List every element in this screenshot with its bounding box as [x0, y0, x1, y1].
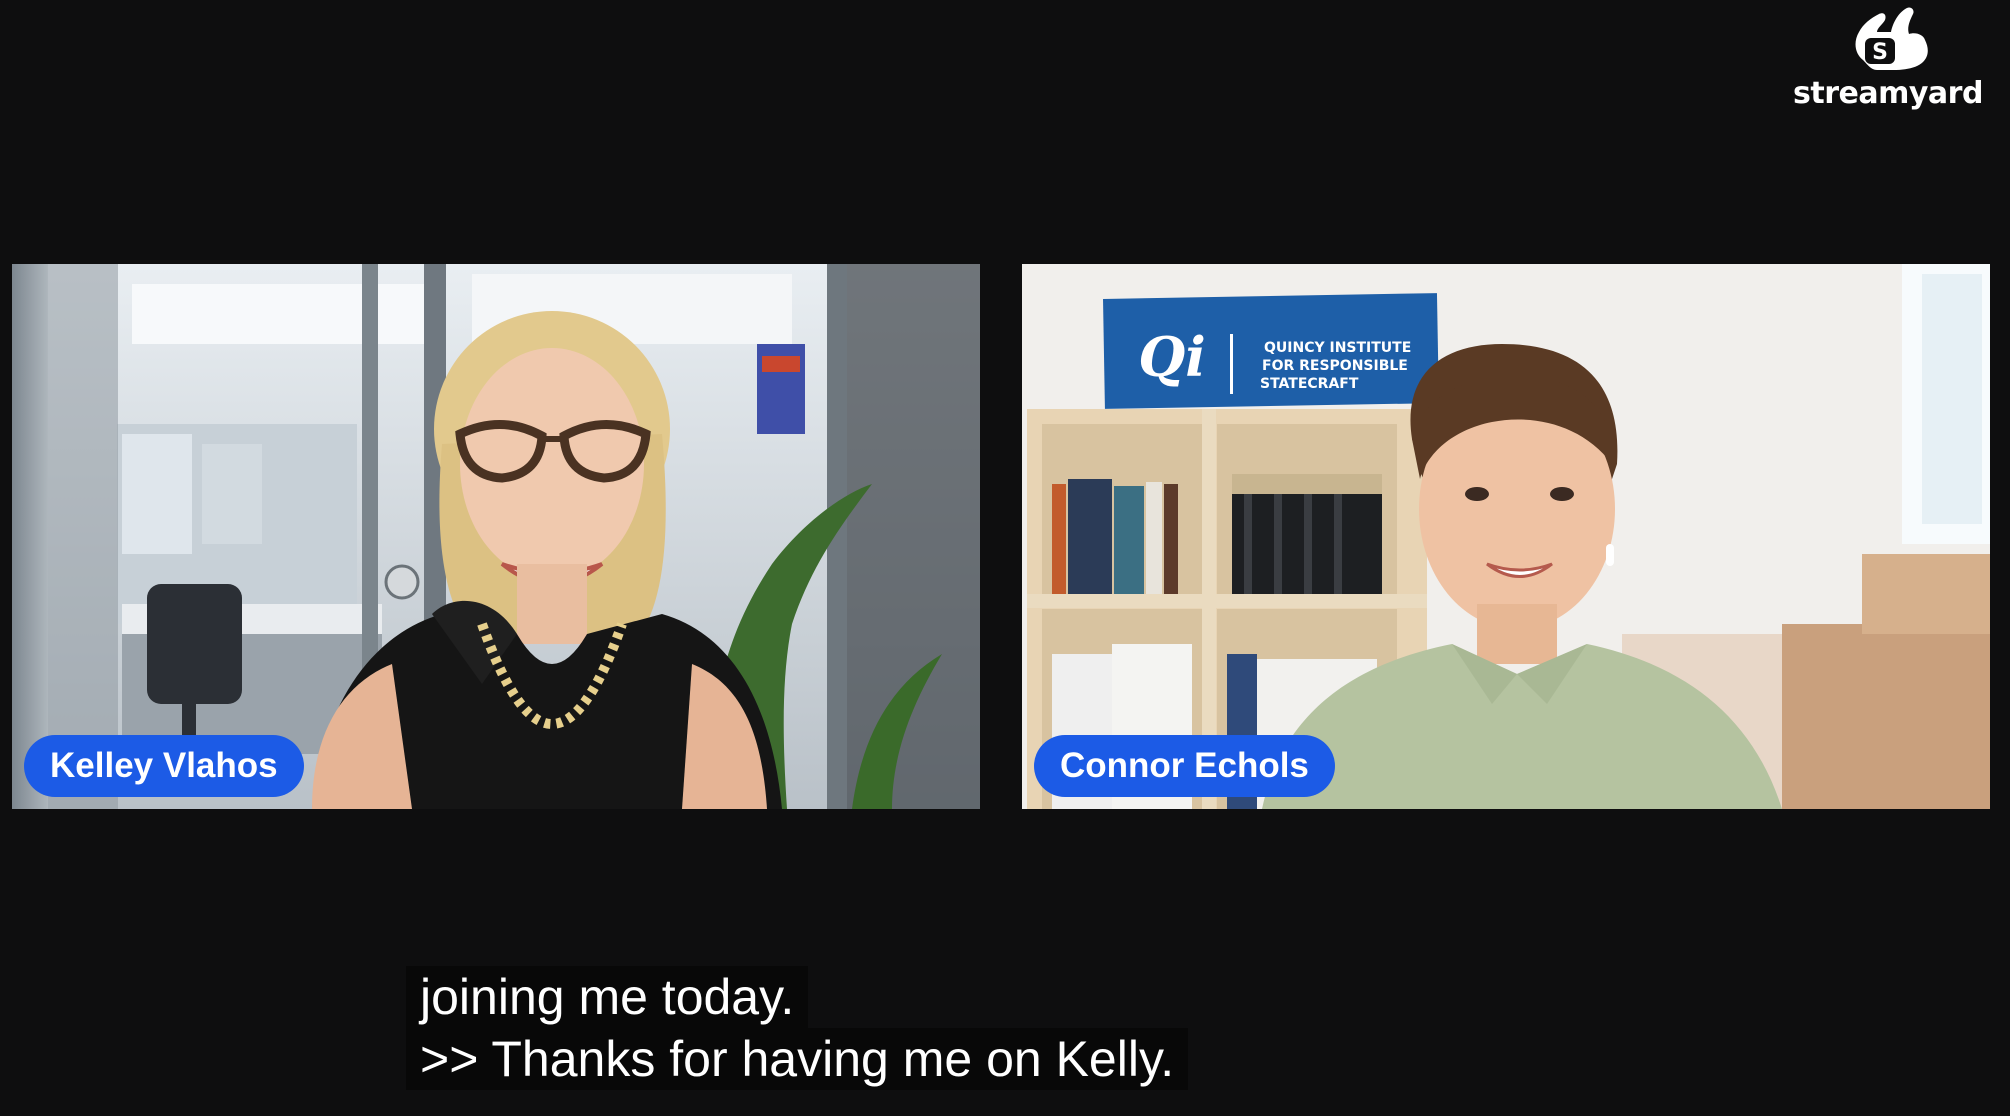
streamyard-wordmark: streamyard — [1793, 76, 1983, 111]
svg-text:S: S — [1872, 40, 1888, 65]
streamyard-branding: S streamyard — [1788, 0, 1988, 120]
video-tile-kelley-vlahos[interactable]: Kelley Vlahos — [12, 264, 980, 809]
participant-name-badge: Kelley Vlahos — [24, 735, 304, 797]
participant-video-feed — [12, 264, 980, 809]
stream-stage: S streamyard Kelley Vlahos Qi QUINCY INS… — [0, 0, 2010, 1116]
sign-line-2: FOR RESPONSIBLE — [1262, 358, 1408, 374]
participant-video-feed: Qi QUINCY INSTITUTE FOR RESPONSIBLE STAT… — [1022, 264, 1990, 809]
video-tile-connor-echols[interactable]: Qi QUINCY INSTITUTE FOR RESPONSIBLE STAT… — [1022, 264, 1990, 809]
sign-line-3: STATECRAFT — [1260, 376, 1359, 392]
caption-line: >> Thanks for having me on Kelly. — [406, 1028, 1189, 1090]
qi-logo: Qi — [1138, 325, 1206, 389]
participant-name-badge: Connor Echols — [1034, 735, 1335, 797]
sign-line-1: QUINCY INSTITUTE — [1264, 340, 1411, 356]
closed-captions: joining me today. >> Thanks for having m… — [406, 966, 1189, 1090]
streamyard-logo-icon: S — [1855, 7, 1928, 71]
caption-line: joining me today. — [406, 966, 809, 1028]
